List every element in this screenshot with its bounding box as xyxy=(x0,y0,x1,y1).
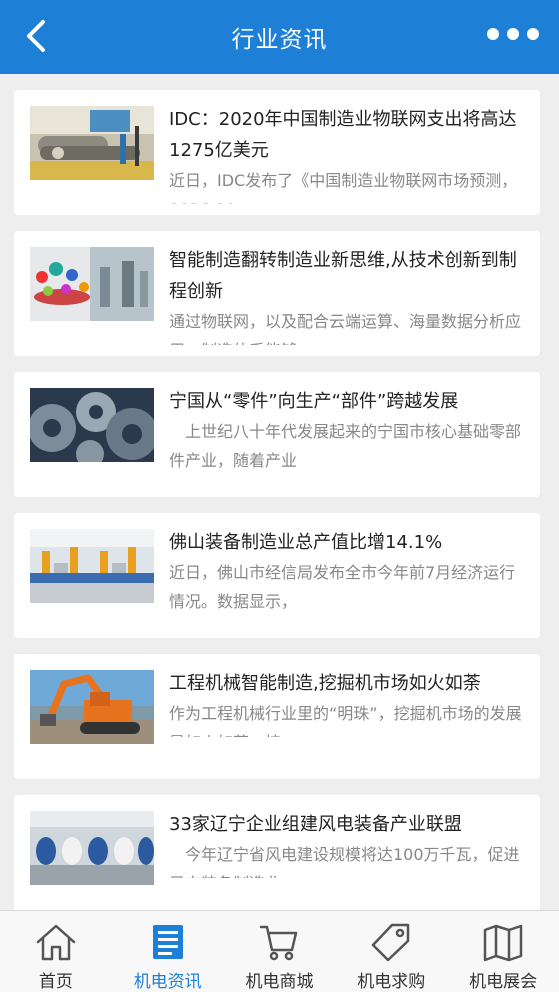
bottom-tab-bar: 首页 机电资讯 机电商城 机电求购 机电展会 xyxy=(0,910,559,992)
app-header: 行业资讯 xyxy=(0,0,559,74)
tab-news[interactable]: 机电资讯 xyxy=(112,911,224,992)
news-icon xyxy=(152,925,183,959)
tab-home[interactable]: 首页 xyxy=(0,911,112,992)
article-list: IDC：2020年中国制造业物联网支出将高达1275亿美元 近日，IDC发布了《… xyxy=(14,90,540,936)
more-dots-icon xyxy=(487,28,499,40)
article-summary: 近日，佛山市经信局发布全市今年前7月经济运行情况。数据显示， xyxy=(169,563,516,611)
article-headline: 宁国从“零件”向生产“部件”跨越发展 xyxy=(169,391,459,412)
article-summary: 近日，IDC发布了《中国制造业物联网市场预测，2016-20 xyxy=(169,171,518,204)
article-headline: 工程机械智能制造,挖掘机市场如火如荼 xyxy=(169,673,481,694)
cart-icon xyxy=(260,925,298,961)
article-summary: 通过物联网，以及配合云端运算、海量数据分析应用，制造体系能够 xyxy=(169,312,522,345)
article-headline: 佛山装备制造业总产值比增14.1% xyxy=(169,532,443,553)
tab-exhibition[interactable]: 机电展会 xyxy=(447,911,559,992)
more-menu-button[interactable] xyxy=(487,22,539,46)
tab-label: 首页 xyxy=(38,972,73,992)
map-icon xyxy=(483,924,523,962)
article-thumbnail xyxy=(30,247,154,321)
article-thumbnail xyxy=(30,811,154,885)
tab-label: 机电资讯 xyxy=(133,972,202,992)
article-thumbnail xyxy=(30,670,154,744)
article-thumbnail xyxy=(30,106,154,180)
tab-label: 机电求购 xyxy=(357,972,426,992)
back-button[interactable] xyxy=(18,18,54,54)
article-thumbnail xyxy=(30,529,154,603)
article-summary: 上世纪八十年代发展起来的宁国市核心基础零部件产业，随着产业 xyxy=(169,422,522,470)
article-card[interactable]: 宁国从“零件”向生产“部件”跨越发展 上世纪八十年代发展起来的宁国市核心基础零部… xyxy=(14,372,540,497)
tag-icon xyxy=(372,923,410,962)
article-summary: 今年辽宁省风电建设规模将达100万千瓦，促进风电装备制造业 xyxy=(169,845,520,878)
page-title: 行业资讯 xyxy=(231,27,328,53)
article-thumbnail xyxy=(30,388,154,462)
article-headline: IDC：2020年中国制造业物联网支出将高达1275亿美元 xyxy=(169,109,517,161)
tab-mall[interactable]: 机电商城 xyxy=(224,911,336,992)
chevron-left-icon xyxy=(27,20,45,52)
tab-label: 机电商城 xyxy=(245,972,314,992)
article-card[interactable]: 智能制造翻转制造业新思维,从技术创新到制程创新 通过物联网，以及配合云端运算、海… xyxy=(14,231,540,356)
tab-label: 机电展会 xyxy=(469,972,538,992)
article-card[interactable]: 佛山装备制造业总产值比增14.1% 近日，佛山市经信局发布全市今年前7月经济运行… xyxy=(14,513,540,638)
home-icon xyxy=(36,924,76,961)
tab-purchase[interactable]: 机电求购 xyxy=(335,911,447,992)
article-summary: 作为工程机械行业里的“明珠”，挖掘机市场的发展是如火如荼，按 xyxy=(169,704,522,737)
article-card[interactable]: 工程机械智能制造,挖掘机市场如火如荼 作为工程机械行业里的“明珠”，挖掘机市场的… xyxy=(14,654,540,779)
article-headline: 智能制造翻转制造业新思维,从技术创新到制程创新 xyxy=(169,250,517,302)
article-card[interactable]: IDC：2020年中国制造业物联网支出将高达1275亿美元 近日，IDC发布了《… xyxy=(14,90,540,215)
article-card[interactable]: 33家辽宁企业组建风电装备产业联盟 今年辽宁省风电建设规模将达100万千瓦，促进… xyxy=(14,795,540,920)
article-headline: 33家辽宁企业组建风电装备产业联盟 xyxy=(169,814,462,835)
